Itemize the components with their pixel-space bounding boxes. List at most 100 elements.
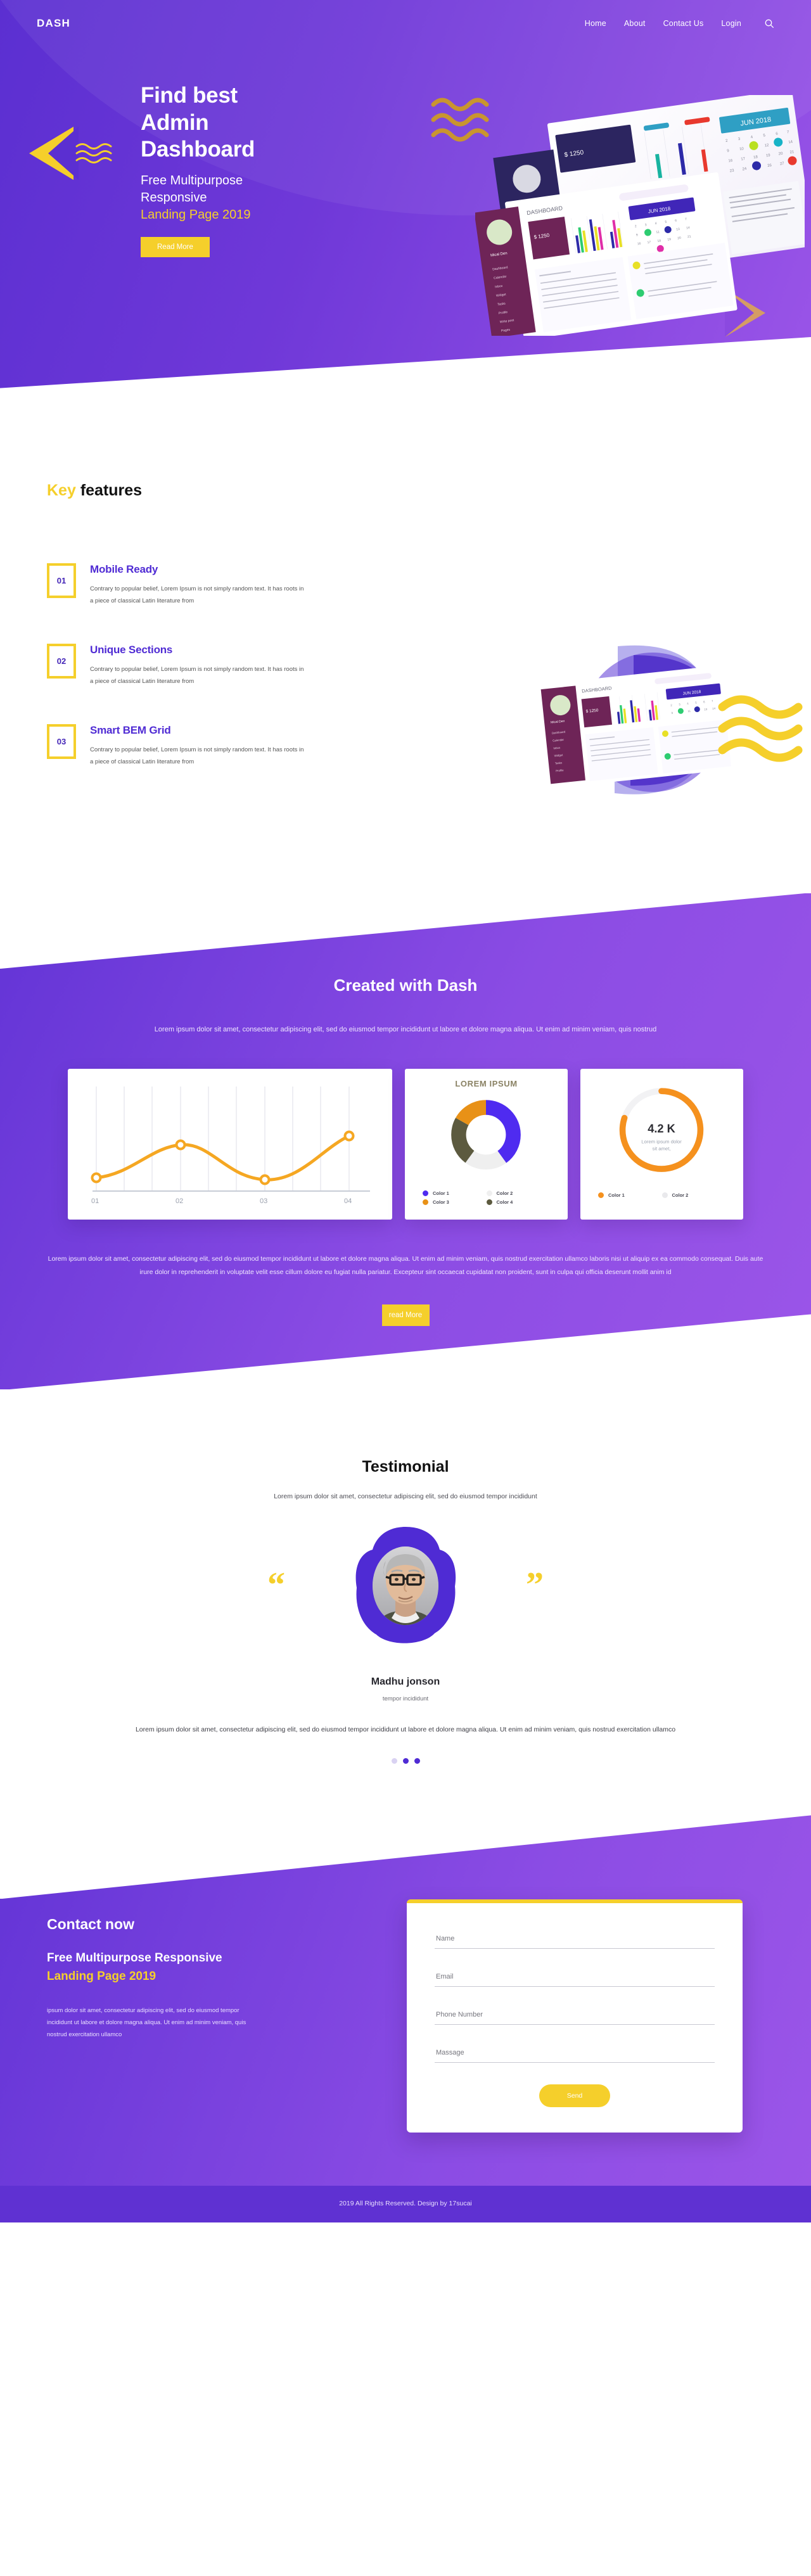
nav-item-contact-us[interactable]: Contact Us: [663, 19, 704, 28]
legend-item: Color 1: [423, 1190, 487, 1197]
legend-item: Color 1: [598, 1192, 662, 1199]
legend-swatch-icon: [486, 1199, 492, 1206]
feature-text-block: Unique Sections Contrary to popular beli…: [90, 644, 305, 687]
feature-number-badge: 01: [47, 563, 76, 598]
top-navigation-bar: DASH Home About Contact Us Login: [0, 0, 811, 47]
svg-text:21: 21: [687, 235, 692, 239]
svg-text:11: 11: [656, 230, 660, 234]
legend-label: Color 2: [496, 1190, 513, 1197]
pagination-dot-1[interactable]: [391, 1758, 397, 1764]
line-chart-point: [343, 1130, 355, 1142]
feature-title: Mobile Ready: [90, 563, 158, 575]
testimonial-section: Testimonial Lorem ipsum dolor sit amet, …: [0, 1389, 811, 1805]
line-chart-point: [175, 1139, 186, 1151]
feature-title: Unique Sections: [90, 644, 173, 656]
legend-swatch-icon: [661, 1192, 668, 1199]
site-footer: 2019 All Rights Reserved. Design by 17su…: [0, 2186, 811, 2223]
nav-item-login[interactable]: Login: [721, 19, 741, 28]
legend-label: Color 3: [433, 1199, 449, 1206]
feature-item: 03 Smart BEM Grid Contrary to popular be…: [47, 724, 418, 768]
contact-paragraph: ipsum dolor sit amet, consectetur adipis…: [47, 2007, 246, 2039]
email-input[interactable]: [435, 1970, 715, 1987]
charts-row: 01 02 03 04 LOREM IPSUM Color 1 Color 2 …: [0, 1069, 811, 1220]
search-icon[interactable]: [764, 18, 774, 29]
testimonial-author-role: tempor incididunt: [382, 1695, 429, 1703]
svg-text:19: 19: [667, 238, 672, 242]
field-message: [435, 2046, 715, 2063]
line-chart-xtick: 03: [260, 1197, 267, 1205]
feature-description: Contrary to popular belief, Lorem Ipsum …: [90, 585, 304, 604]
quote-close-icon: ”: [526, 1565, 544, 1605]
svg-text:20: 20: [677, 236, 682, 241]
legend-label: Color 2: [672, 1192, 689, 1199]
feature-text-block: Mobile Ready Contrary to popular belief,…: [90, 563, 305, 607]
legend-item: Color 4: [486, 1199, 551, 1206]
hero-bottom-diagonal: [0, 337, 811, 418]
hero-subtitle-line-2: Responsive: [141, 190, 207, 205]
hero-subtitle: Free Multipurpose Responsive Landing Pag…: [141, 172, 418, 223]
field-phone: [435, 2008, 715, 2025]
key-features-title-highlight: Key: [47, 481, 76, 499]
created-top-diagonal: [0, 893, 811, 969]
svg-text:17: 17: [647, 240, 651, 245]
gauge-chart-card: 4.2 K Lorem ipsum dolor sit amet, Color …: [580, 1069, 743, 1220]
donut-chart: [451, 1100, 521, 1170]
legend-label: Color 4: [496, 1199, 513, 1206]
line-chart-card: 01 02 03 04: [68, 1069, 392, 1220]
send-button[interactable]: Send: [539, 2084, 610, 2108]
hero-subtitle-highlight: Landing Page 2019: [141, 207, 251, 222]
gauge-center-value: 4.2 K: [648, 1122, 675, 1135]
contact-top-diagonal: [0, 1804, 811, 1899]
gauge-chart-legend: Color 1 Color 2: [589, 1192, 734, 1201]
feature-number-badge: 02: [47, 644, 76, 679]
pagination-dot-2[interactable]: [402, 1758, 409, 1764]
features-dashboard-illustration: Mical Den DashboardCalendar InboxWidget …: [540, 645, 803, 794]
contact-title: Contact now: [47, 1916, 134, 1933]
gauge-chart: 4.2 K Lorem ipsum dolor sit amet,: [619, 1088, 704, 1173]
key-features-title-rest: features: [75, 481, 143, 499]
contact-subtitle-main: Free Multipurpose Responsive: [47, 1951, 222, 1965]
avatar: [355, 1527, 456, 1644]
phone-input[interactable]: [435, 2008, 715, 2025]
nav-item-home[interactable]: Home: [585, 19, 606, 28]
quote-open-icon: “: [267, 1565, 285, 1605]
created-body-paragraph: Lorem ipsum dolor sit amet, consectetur …: [48, 1255, 763, 1277]
svg-text:13: 13: [676, 227, 680, 232]
testimonial-title: Testimonial: [362, 1458, 449, 1476]
legend-label: Color 1: [433, 1190, 449, 1197]
donut-chart-legend: Color 1 Color 2 Color 3 Color 4: [414, 1190, 559, 1208]
legend-label: Color 1: [608, 1192, 625, 1199]
name-input[interactable]: [435, 1932, 715, 1949]
small-wave-decoration: [75, 143, 112, 163]
hero-title-line-3: Dashboard: [141, 137, 255, 162]
main-nav: Home About Contact Us Login: [585, 18, 774, 29]
key-features-section: Key features 01 Mobile Ready Contrary to…: [0, 418, 811, 894]
line-chart: 01 02 03 04: [91, 1087, 370, 1205]
site-logo[interactable]: DASH: [37, 17, 70, 30]
hero-title-line-2: Admin: [141, 110, 209, 135]
line-chart-point: [259, 1174, 271, 1185]
gauge-center-caption-line-1: Lorem ipsum dolor: [641, 1139, 682, 1145]
testimonial-lead: Lorem ipsum dolor sit amet, consectetur …: [274, 1493, 537, 1501]
contact-subtitle: Free Multipurpose Responsive Landing Pag…: [47, 1949, 376, 1986]
testimonial-pagination-dots: [0, 1758, 811, 1764]
svg-text:14: 14: [686, 226, 691, 231]
contact-left-column: Contact now Free Multipurpose Responsive…: [47, 1899, 376, 2041]
line-chart-point: [91, 1172, 102, 1183]
hero-section: JUN 2018 234 567 91011 121314 161718 192…: [0, 0, 811, 418]
created-read-more-button[interactable]: read More: [381, 1304, 430, 1327]
hero-title-line-1: Find best: [141, 83, 238, 108]
message-input[interactable]: [435, 2046, 715, 2063]
field-email: [435, 1970, 715, 1987]
created-title: Created with Dash: [333, 976, 478, 995]
testimonial-photo-wrap: “ ”: [267, 1527, 544, 1648]
nav-item-about[interactable]: About: [624, 19, 646, 28]
hero-subtitle-line-1: Free Multipurpose: [141, 174, 243, 188]
contact-section: Contact now Free Multipurpose Responsive…: [0, 1804, 811, 2186]
pagination-dot-3[interactable]: [414, 1758, 420, 1764]
feature-title: Smart BEM Grid: [90, 724, 171, 737]
line-chart-xtick: 02: [176, 1197, 183, 1205]
hero-dashboard-illustration: JUN 2018 234 567 91011 121314 161718 192…: [475, 95, 805, 336]
hero-read-more-button[interactable]: Read More: [141, 237, 210, 258]
donut-chart-title: LOREM IPSUM: [455, 1079, 518, 1089]
